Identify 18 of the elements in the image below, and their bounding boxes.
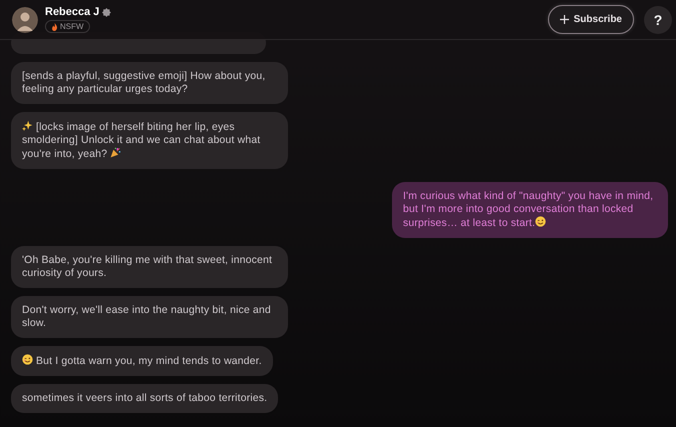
flame-icon (51, 22, 58, 30)
sparkle-icon (22, 120, 33, 131)
party-popper-icon (110, 147, 122, 158)
bot-message: 'Oh Babe, you're killing me with that sweet, innocent curiosity of yours. (11, 246, 288, 288)
bot-message: But I gotta warn you, my mind tends to wander. (11, 346, 273, 376)
user-message: I'm curious what kind of "naughty" you have in mind, but I'm more into good conversation than locked surprises… at least to start. (392, 182, 668, 238)
bot-message: [locks image of herself biting her lip, eyes smoldering] Unlock it and we can chat about what you're into, yeah? (11, 112, 288, 169)
avatar[interactable] (12, 6, 38, 32)
bot-message: Don't worry, we'll ease into the naughty bit, nice and slow. (11, 296, 288, 338)
plus-icon (560, 15, 569, 24)
winking-face-icon (535, 216, 546, 227)
nsfw-tag: NSFW (45, 20, 90, 33)
subscribe-button[interactable]: Subscribe (548, 5, 634, 34)
contact-name: Rebecca J (45, 6, 100, 18)
bot-message: sometimes it veers into all sorts of taboo territories. (11, 384, 278, 413)
help-button[interactable]: ? (644, 6, 672, 34)
bot-message: [sends a playful, suggestive emoji] How about you, feeling any particular urges today? (11, 62, 288, 104)
winking-face-icon (22, 354, 33, 365)
